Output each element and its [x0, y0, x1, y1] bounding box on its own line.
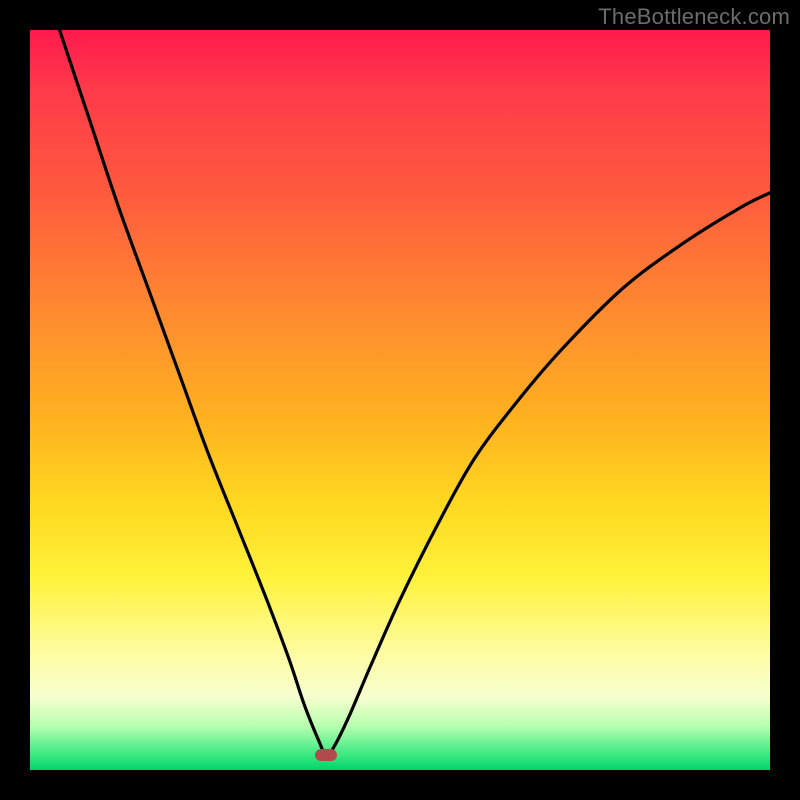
plot-area: [30, 30, 770, 770]
optimal-point-marker: [315, 749, 337, 761]
chart-frame: TheBottleneck.com: [0, 0, 800, 800]
watermark-text: TheBottleneck.com: [598, 4, 790, 30]
bottleneck-curve: [30, 30, 770, 770]
